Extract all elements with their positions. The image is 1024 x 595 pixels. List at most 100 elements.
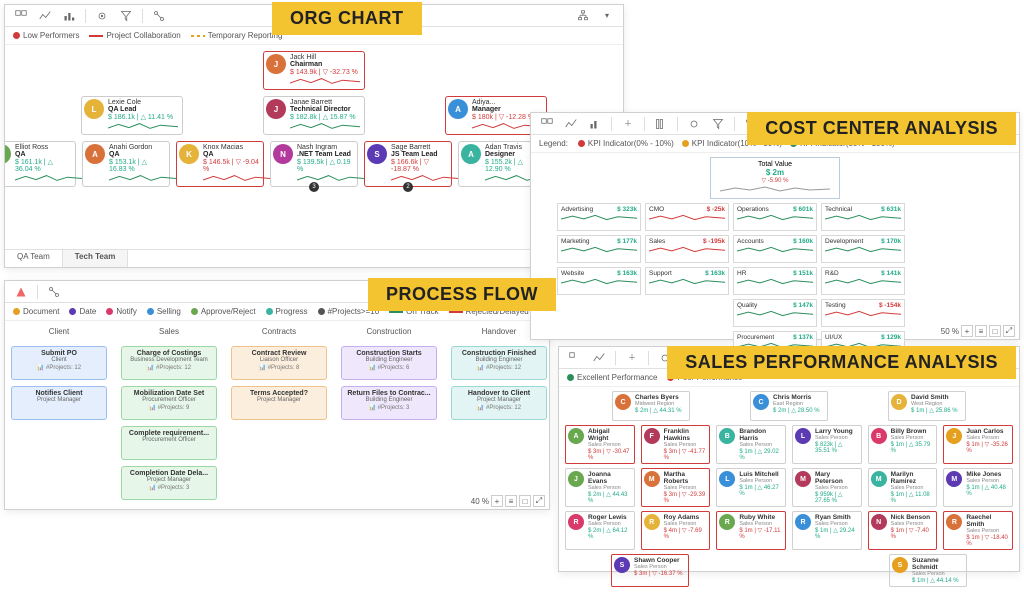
sales-card[interactable]: J Juan Carlos Sales Person $ 1m | ▽ -35.… — [943, 425, 1013, 464]
flow-node[interactable]: Handover to Client Project Manager 📊 #Pr… — [451, 386, 547, 420]
cost-cell[interactable]: Accounts $ 160k — [733, 235, 817, 263]
sales-card[interactable]: C Chris Morris East Region $ 2m | △ 28.5… — [750, 391, 828, 421]
zoom-value: 50 % — [941, 327, 959, 336]
cost-canvas[interactable]: Total Value $ 2m ▽ -5.90 % Advertising $… — [531, 153, 1019, 335]
sales-card[interactable]: R Raechel Smith Sales Person $ 1m | ▽ -1… — [943, 511, 1013, 550]
sales-card[interactable]: R Roger Lewis Sales Person $ 2m | △ 64.1… — [565, 511, 635, 550]
sales-card[interactable]: M Marilyn Ramirez Sales Person $ 1m | △ … — [868, 468, 938, 507]
sales-card[interactable]: N Nick Benson Sales Person $ 1m | ▽ -7.4… — [868, 511, 938, 550]
columns-icon[interactable] — [651, 116, 671, 132]
cost-cell[interactable]: Operations $ 601k — [733, 203, 817, 231]
tab-tech team[interactable]: Tech Team — [63, 250, 129, 267]
filter-icon[interactable] — [116, 8, 136, 24]
zoom-in-icon[interactable]: + — [961, 325, 973, 337]
sales-card[interactable]: S Suzanne Schmidt Sales Person $ 1m | △ … — [889, 554, 967, 587]
kpi-value: $ 3m | ▽ -30.47 % — [588, 448, 632, 461]
cost-cell[interactable]: Testing $ -154k — [821, 299, 905, 327]
child-count-badge[interactable]: 3 — [309, 182, 319, 192]
fit-icon[interactable]: □ — [989, 325, 1001, 337]
flow-node[interactable]: Construction Finished Building Engineer … — [451, 346, 547, 380]
add-icon[interactable]: ＋ — [622, 350, 642, 366]
cost-cell[interactable]: Marketing $ 177k — [557, 235, 641, 263]
sales-card[interactable]: M Martha Roberts Sales Person $ 3m | ▽ -… — [641, 468, 711, 507]
sales-card[interactable]: R Ryan Smith Sales Person $ 1m | △ 29.24… — [792, 511, 862, 550]
sales-card[interactable]: B Brandon Harris Sales Person $ 1m | △ 2… — [716, 425, 786, 464]
sales-card[interactable]: C Charles Byers Midwest Region $ 2m | △ … — [612, 391, 690, 421]
tree-icon[interactable] — [573, 8, 593, 24]
list-icon[interactable]: ≡ — [975, 325, 987, 337]
chevron-down-icon[interactable]: ▾ — [597, 8, 617, 24]
cost-zoom[interactable]: 50 % + ≡ □ ⤢ — [941, 325, 1015, 337]
bars-icon[interactable] — [59, 8, 79, 24]
cost-cell[interactable]: Website $ 163k — [557, 267, 641, 295]
org-node[interactable]: L Lexie Cole QA Lead $ 186.1k | △ 11.41 … — [81, 96, 183, 135]
filter-icon[interactable] — [708, 116, 728, 132]
sales-card[interactable]: J Joanna Evans Sales Person $ 2m | △ 44.… — [565, 468, 635, 507]
org-node[interactable]: K Knox Macias QA $ 146.5k | ▽ -9.04 % — [176, 141, 264, 187]
org-node[interactable]: J Jack Hill Chairman $ 143.9k | ▽ -32.73… — [263, 51, 365, 90]
flow-node[interactable]: Construction Starts Building Engineer 📊 … — [341, 346, 437, 380]
org-node[interactable]: N Nash Ingram .NET Team Lead $ 139.5k | … — [270, 141, 358, 187]
fullscreen-icon[interactable]: ⤢ — [1003, 325, 1015, 337]
org-node[interactable]: S Sage Barrett JS Team Lead $ 166.6k | ▽… — [364, 141, 452, 187]
bars-icon[interactable] — [585, 116, 605, 132]
cost-cell[interactable]: Quality $ 147k — [733, 299, 817, 327]
flow-canvas[interactable]: Client Submit PO Client 📊 #Projects: 12 … — [5, 321, 549, 505]
kpi-value: $ 1m | △ 35.79 % — [891, 441, 935, 454]
column-header: Sales — [159, 327, 179, 336]
sales-card[interactable]: F Franklin Hawkins Sales Person $ 3m | ▽… — [641, 425, 711, 464]
cost-cell[interactable]: R&D $ 141k — [821, 267, 905, 295]
connector-icon[interactable] — [44, 284, 64, 300]
layout-icon[interactable] — [11, 8, 31, 24]
fullscreen-icon[interactable]: ⤢ — [533, 495, 545, 507]
cost-cell[interactable]: Technical $ 631k — [821, 203, 905, 231]
cost-cell[interactable]: CMO $ -25k — [645, 203, 729, 231]
connector-icon[interactable] — [149, 8, 169, 24]
org-node[interactable]: E Elliot Ross QA $ 161.1k | △ 36.04 % — [5, 141, 76, 187]
flow-node[interactable]: Complete requirement... Procurement Offi… — [121, 426, 217, 460]
sales-card[interactable]: L Luis Mitchell Sales Person $ 1m | △ 46… — [716, 468, 786, 507]
child-count-badge[interactable]: 2 — [403, 182, 413, 192]
legend-item: Project Collaboration — [89, 31, 180, 40]
cost-cell[interactable]: Support $ 163k — [645, 267, 729, 295]
chart-icon[interactable] — [561, 116, 581, 132]
fit-icon[interactable]: □ — [519, 495, 531, 507]
layout-icon[interactable] — [537, 116, 557, 132]
chart-icon[interactable] — [35, 8, 55, 24]
org-node[interactable]: A Anahi Gordon QA $ 153.1k | △ 16.83 % — [82, 141, 170, 187]
gear-icon[interactable] — [92, 8, 112, 24]
gear-icon[interactable] — [684, 116, 704, 132]
sales-card[interactable]: S Shawn Cooper Sales Person $ 3m | ▽ -16… — [611, 554, 689, 587]
flow-node[interactable]: Notifies Client Project Manager — [11, 386, 107, 420]
list-icon[interactable]: ≡ — [505, 495, 517, 507]
sales-card[interactable]: R Roy Adams Sales Person $ 4m | ▽ -7.69 … — [641, 511, 711, 550]
sales-card[interactable]: M Mike Jones Sales Person $ 1m | △ 40.48… — [943, 468, 1013, 507]
add-icon[interactable]: ＋ — [618, 116, 638, 132]
sales-card[interactable]: D David Smith West Region $ 1m | △ 25.86… — [888, 391, 966, 421]
sales-card[interactable]: A Abigail Wright Sales Person $ 3m | ▽ -… — [565, 425, 635, 464]
cost-cell[interactable]: Sales $ -195k — [645, 235, 729, 263]
sales-card[interactable]: R Ruby White Sales Person $ 1m | ▽ -17.1… — [716, 511, 786, 550]
flow-node[interactable]: Charge of Costings Business Development … — [121, 346, 217, 380]
flow-node[interactable]: Completion Date Dela... Project Manager … — [121, 466, 217, 500]
flow-node[interactable]: Terms Accepted? Project Manager — [231, 386, 327, 420]
chart-icon[interactable] — [589, 350, 609, 366]
cost-cell[interactable]: Development $ 170k — [821, 235, 905, 263]
cell-value: $ -195k — [703, 238, 725, 245]
sales-card[interactable]: M Mary Peterson Sales Person $ 959k | △ … — [792, 468, 862, 507]
flow-node[interactable]: Submit PO Client 📊 #Projects: 12 — [11, 346, 107, 380]
org-node[interactable]: J Janae Barrett Technical Director $ 182… — [263, 96, 365, 135]
zoom-in-icon[interactable]: + — [491, 495, 503, 507]
tab-qa team[interactable]: QA Team — [5, 250, 63, 267]
cost-cell[interactable]: Advertising $ 323k — [557, 203, 641, 231]
flow-node[interactable]: Return Files to Contrac... Building Engi… — [341, 386, 437, 420]
layout-icon[interactable] — [565, 350, 585, 366]
kpi-value: $ 959k | △ 27.65 % — [815, 491, 859, 504]
sales-card[interactable]: L Larry Young Sales Person $ 823k | △ 35… — [792, 425, 862, 464]
flow-zoom[interactable]: 40 % + ≡ □ ⤢ — [471, 495, 545, 507]
sales-canvas[interactable]: C Charles Byers Midwest Region $ 2m | △ … — [559, 387, 1019, 595]
flow-node[interactable]: Contract Review Liaison Officer 📊 #Proje… — [231, 346, 327, 380]
sales-card[interactable]: B Billy Brown Sales Person $ 1m | △ 35.7… — [868, 425, 938, 464]
flow-node[interactable]: Mobilization Date Set Procurement Office… — [121, 386, 217, 420]
cost-cell[interactable]: HR $ 151k — [733, 267, 817, 295]
